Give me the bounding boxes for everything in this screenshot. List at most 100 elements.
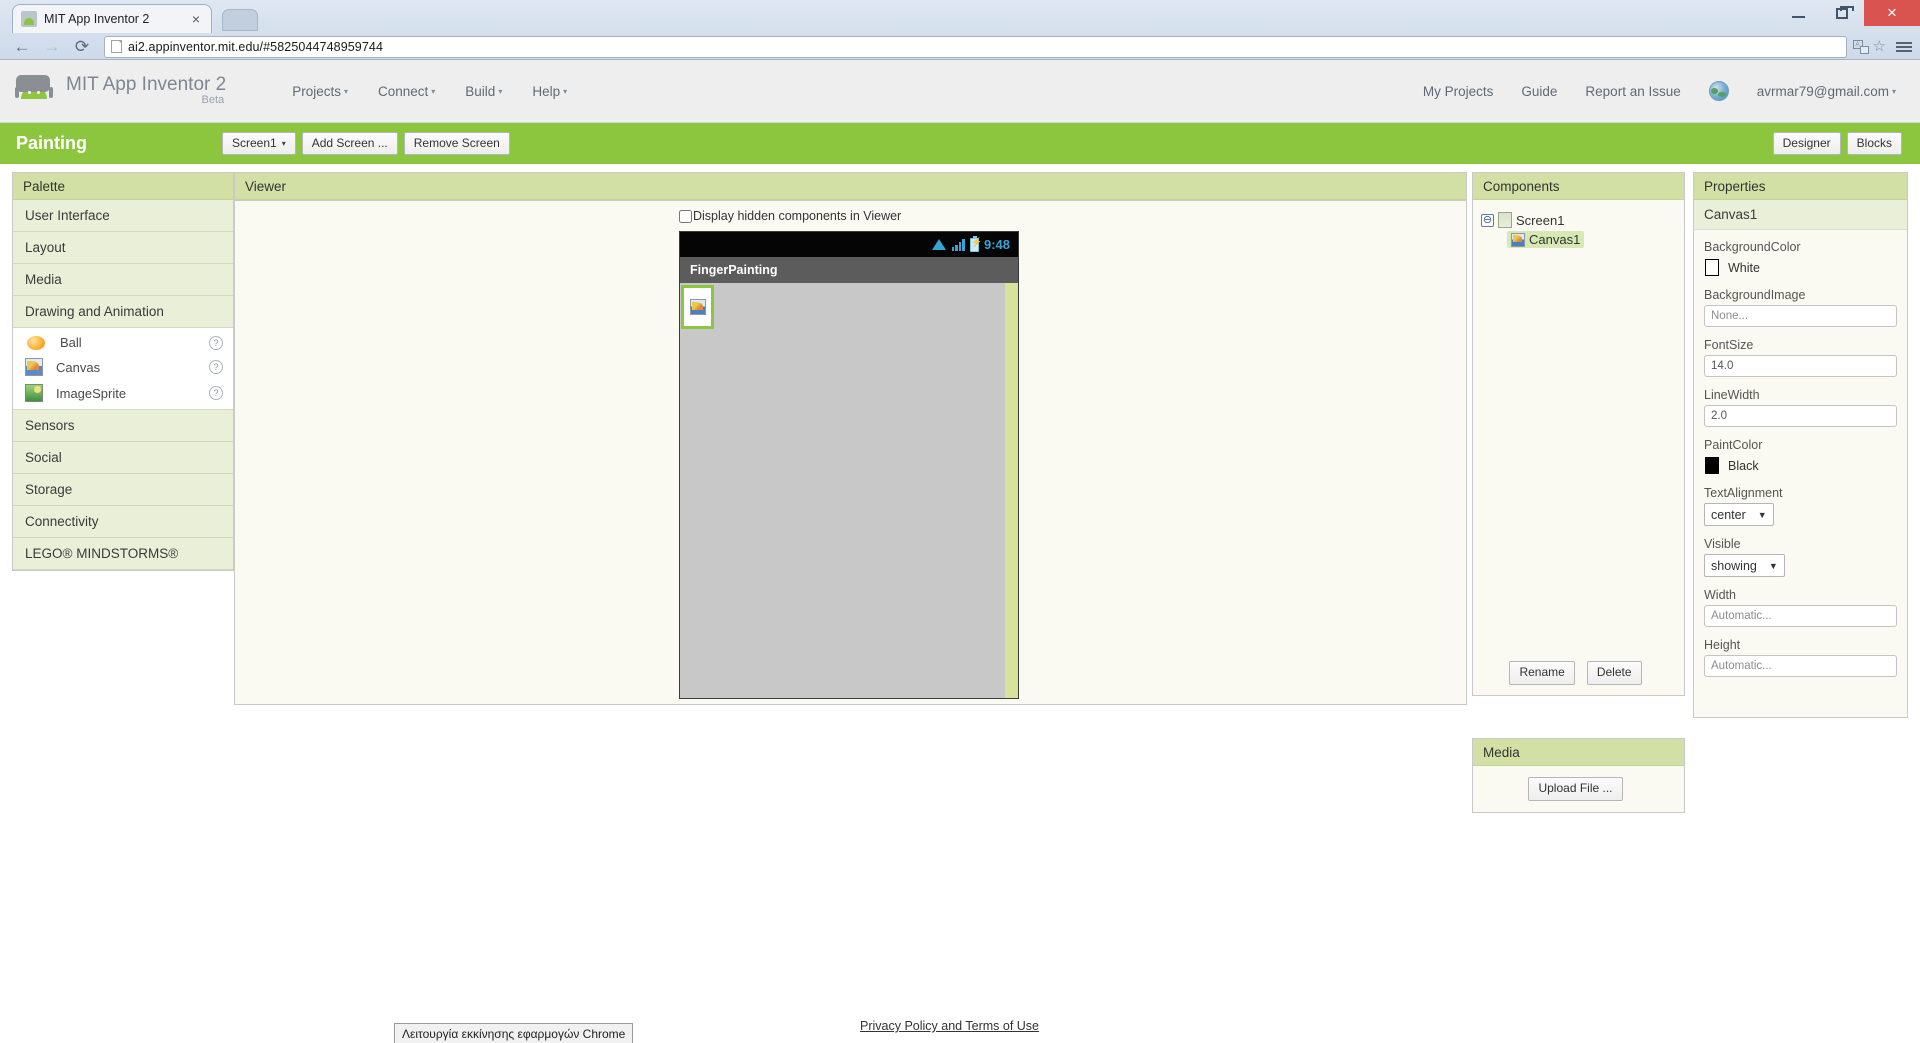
media-body: Upload File ... xyxy=(1473,766,1684,812)
phone-content-area xyxy=(680,283,1005,698)
palette-section-media[interactable]: Media xyxy=(13,264,233,296)
phone-preview[interactable]: 9:48 FingerPainting xyxy=(679,231,1019,699)
palette-section-social[interactable]: Social xyxy=(13,442,233,474)
link-report-an-issue[interactable]: Report an Issue xyxy=(1585,84,1680,99)
component-actions: Rename Delete xyxy=(1473,655,1684,695)
property-textalignment-select[interactable]: center ▼ xyxy=(1704,503,1774,526)
palette-section-sensors[interactable]: Sensors xyxy=(13,410,233,442)
menu-connect[interactable]: Connect ▾ xyxy=(378,84,435,99)
link-guide[interactable]: Guide xyxy=(1521,84,1557,99)
upload-file-button[interactable]: Upload File ... xyxy=(1528,777,1623,801)
palette-item-imagesprite[interactable]: ImageSprite ? xyxy=(13,380,233,406)
property-paintcolor: PaintColor Black xyxy=(1704,438,1897,475)
property-linewidth-input[interactable]: 2.0 xyxy=(1704,405,1897,427)
account-menu[interactable]: avrmar79@gmail.com ▾ xyxy=(1757,84,1896,99)
palette-section-user-interface[interactable]: User Interface xyxy=(13,200,233,232)
collapse-toggle-icon[interactable]: ⊖ xyxy=(1481,213,1494,227)
browser-tab[interactable]: MIT App Inventor 2 × xyxy=(12,4,212,33)
property-width-input[interactable]: Automatic... xyxy=(1704,605,1897,627)
tree-item-screen1-label: Screen1 xyxy=(1516,212,1565,228)
menu-build[interactable]: Build ▾ xyxy=(465,84,502,99)
window-controls: × xyxy=(1776,0,1920,30)
delete-component-button[interactable]: Delete xyxy=(1586,661,1642,685)
menu-connect-label: Connect xyxy=(377,83,429,99)
close-window-button[interactable]: × xyxy=(1864,0,1920,26)
property-textalignment-label: TextAlignment xyxy=(1704,486,1783,500)
palette-section-connectivity[interactable]: Connectivity xyxy=(13,506,233,538)
screen-selector-label: Screen1 xyxy=(232,135,277,150)
screen-selector-button[interactable]: Screen1 ▾ xyxy=(222,131,296,156)
palette-section-layout[interactable]: Layout xyxy=(13,232,233,264)
globe-language-icon[interactable] xyxy=(1708,81,1729,101)
status-bar-clock: 9:48 xyxy=(983,237,1010,252)
new-tab-button[interactable] xyxy=(222,9,258,31)
translate-icon[interactable]: A xyxy=(1852,39,1869,54)
viewer-component-canvas1[interactable] xyxy=(681,285,714,329)
viewer-header: Viewer xyxy=(235,173,1466,200)
minimize-button[interactable] xyxy=(1776,0,1820,26)
blocks-view-button[interactable]: Blocks xyxy=(1846,131,1902,156)
palette-drawing-items: Ball ? Canvas ? ImageSprite ? xyxy=(13,328,233,410)
display-hidden-components-row: Display hidden components in Viewer xyxy=(679,209,901,223)
palette-item-canvas[interactable]: Canvas ? xyxy=(13,354,233,380)
url-text: ai2.appinventor.mit.edu/#582504474895974… xyxy=(128,39,384,54)
battery-icon xyxy=(969,235,982,252)
rename-component-button[interactable]: Rename xyxy=(1509,661,1575,685)
property-width-label: Width xyxy=(1704,588,1736,602)
tree-item-canvas1[interactable]: Canvas1 xyxy=(1507,231,1585,248)
property-backgroundcolor-text: White xyxy=(1728,260,1760,275)
palette-item-imagesprite-label: ImageSprite xyxy=(56,385,127,401)
toolbar-actions: A ☆ xyxy=(1852,39,1912,54)
address-bar[interactable]: ai2.appinventor.mit.edu/#582504474895974… xyxy=(104,35,1847,58)
back-icon[interactable]: ← xyxy=(8,35,36,59)
media-header: Media xyxy=(1473,739,1684,766)
link-my-projects[interactable]: My Projects xyxy=(1423,84,1494,99)
property-visible-select[interactable]: showing ▼ xyxy=(1704,554,1785,577)
maximize-restore-button[interactable] xyxy=(1820,0,1864,26)
help-icon[interactable]: ? xyxy=(209,386,223,400)
display-hidden-components-checkbox[interactable] xyxy=(679,210,692,223)
main-menu: Projects ▾ Connect ▾ Build ▾ Help ▾ xyxy=(292,84,567,99)
palette-item-ball[interactable]: Ball ? xyxy=(13,331,233,354)
palette-section-lego-mindstorms[interactable]: LEGO® MINDSTORMS® xyxy=(13,538,233,570)
tab-close-icon[interactable]: × xyxy=(189,12,203,26)
canvas-icon xyxy=(689,299,706,315)
property-backgroundcolor-value[interactable]: White xyxy=(1704,257,1897,277)
brand: MIT App Inventor 2 Beta xyxy=(0,73,226,109)
menu-help[interactable]: Help ▾ xyxy=(532,84,567,99)
account-email: avrmar79@gmail.com xyxy=(1756,83,1889,99)
bookmark-star-icon[interactable]: ☆ xyxy=(1873,39,1886,54)
privacy-policy-link[interactable]: Privacy Policy and Terms of Use xyxy=(860,1019,1039,1033)
forward-icon[interactable]: → xyxy=(38,35,66,59)
canvas-icon xyxy=(25,358,43,376)
chevron-down-icon: ▼ xyxy=(1768,560,1778,571)
help-icon[interactable]: ? xyxy=(209,360,223,374)
viewer-canvas-area: Display hidden components in Viewer 9:48… xyxy=(234,200,1467,705)
property-paintcolor-value[interactable]: Black xyxy=(1704,455,1897,475)
color-swatch-icon xyxy=(1705,259,1719,276)
property-backgroundimage-label: BackgroundImage xyxy=(1704,288,1806,302)
reload-icon[interactable]: ⟳ xyxy=(68,35,96,59)
chevron-down-icon: ▾ xyxy=(1891,86,1896,96)
designer-view-button[interactable]: Designer xyxy=(1772,131,1841,156)
property-height-input[interactable]: Automatic... xyxy=(1704,655,1897,677)
browser-chrome: MIT App Inventor 2 × × ← → ⟳ ai2.appinve… xyxy=(0,0,1920,60)
palette-section-storage[interactable]: Storage xyxy=(13,474,233,506)
palette-section-drawing-and-animation[interactable]: Drawing and Animation xyxy=(13,296,233,328)
menu-projects[interactable]: Projects ▾ xyxy=(292,84,348,99)
help-icon[interactable]: ? xyxy=(209,335,223,350)
android-logo-icon xyxy=(14,73,54,109)
property-linewidth: LineWidth 2.0 xyxy=(1704,388,1897,427)
viewer-panel: Viewer Display hidden components in View… xyxy=(234,172,1467,732)
wifi-icon xyxy=(932,239,947,250)
tree-item-screen1[interactable]: ⊖ Screen1 xyxy=(1481,212,1676,228)
add-screen-button[interactable]: Add Screen ... xyxy=(301,131,398,156)
chevron-down-icon: ▼ xyxy=(1757,509,1767,520)
property-visible: Visible showing ▼ xyxy=(1704,537,1897,577)
property-backgroundimage-input[interactable]: None... xyxy=(1704,305,1897,327)
property-fontsize-input[interactable]: 14.0 xyxy=(1704,355,1897,377)
hamburger-menu-icon[interactable] xyxy=(1896,41,1912,52)
display-hidden-components-label: Display hidden components in Viewer xyxy=(693,209,902,223)
phone-app-title: FingerPainting xyxy=(690,263,778,277)
remove-screen-button[interactable]: Remove Screen xyxy=(403,131,510,156)
